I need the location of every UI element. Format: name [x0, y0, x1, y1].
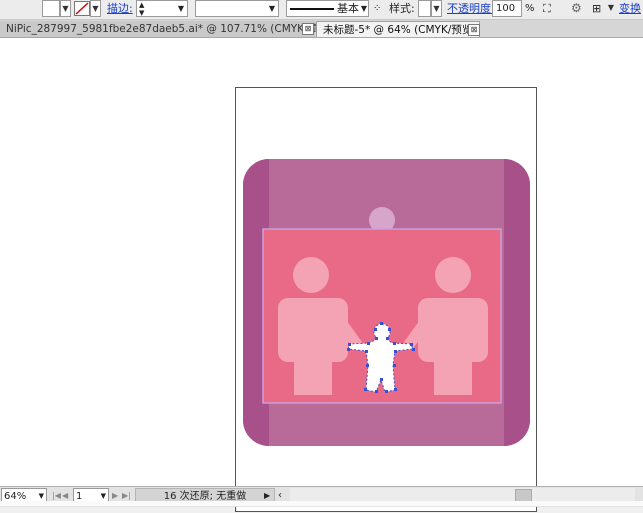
- gear-icon[interactable]: ⚙: [571, 0, 584, 17]
- document-tabs: NiPic_287997_5981fbe2e87daeb5.ai* @ 107.…: [0, 20, 643, 38]
- fill-swatch[interactable]: [42, 0, 60, 17]
- opacity-input[interactable]: 100: [492, 0, 522, 17]
- chevron-down-icon: ▼: [268, 4, 275, 13]
- brush-label: 基本: [337, 2, 359, 15]
- family-illustration[interactable]: [236, 88, 538, 513]
- stroke-none-swatch[interactable]: [74, 1, 90, 16]
- taskbar-edge: [0, 501, 643, 506]
- stroke-label[interactable]: 描边:: [107, 0, 133, 17]
- none-slash-icon: [75, 2, 89, 15]
- align-icon[interactable]: ⊞: [592, 0, 606, 17]
- tab-nipic-document[interactable]: NiPic_287997_5981fbe2e87daeb5.ai* @ 107.…: [0, 21, 333, 37]
- brush-stroke-icon: [290, 8, 334, 10]
- stroke-dropdown[interactable]: ▼: [90, 0, 101, 17]
- tab-untitled-5[interactable]: 未标题-5* @ 64% (CMYK/预览) ⊠: [316, 21, 480, 37]
- recolor-icon[interactable]: ⁘: [373, 0, 385, 17]
- chevron-down-icon: ▼: [360, 4, 367, 13]
- variable-width-profile[interactable]: ▼: [195, 0, 279, 17]
- align-dropdown[interactable]: ▼: [606, 0, 616, 17]
- graphic-style-swatch[interactable]: [418, 0, 431, 17]
- opacity-value: 100: [496, 3, 516, 14]
- select-similar-icon[interactable]: ⛶: [543, 0, 563, 17]
- transform-link[interactable]: 变换: [619, 0, 641, 17]
- outer-right-band: [504, 159, 530, 446]
- close-icon[interactable]: ⊠: [468, 24, 480, 36]
- stroke-weight-dropdown-icon: ▼: [177, 4, 184, 13]
- fill-dropdown[interactable]: ▼: [60, 0, 71, 17]
- opacity-label[interactable]: 不透明度:: [447, 0, 495, 17]
- stepper-arrows-icon: ▲ ▼: [139, 1, 145, 17]
- stroke-weight-stepper[interactable]: ▲ ▼ ▼: [136, 0, 188, 17]
- close-icon[interactable]: ⊠: [302, 23, 314, 35]
- opacity-unit: %: [525, 3, 535, 14]
- control-toolbar: ▼ ▼ 描边: ▲ ▼ ▼ ▼ 基本 ▼ ⁘ 样式: ▼ 不透明度: 100 % …: [0, 0, 643, 20]
- tab-label: NiPic_287997_5981fbe2e87daeb5.ai* @ 107.…: [6, 23, 333, 35]
- style-label: 样式:: [389, 2, 415, 15]
- artboard[interactable]: [235, 87, 537, 512]
- brush-definition[interactable]: 基本 ▼: [286, 0, 369, 17]
- tab-label: 未标题-5* @ 64% (CMYK/预览): [323, 24, 477, 36]
- document-canvas[interactable]: [0, 38, 643, 512]
- graphic-style-dropdown[interactable]: ▼: [431, 0, 442, 17]
